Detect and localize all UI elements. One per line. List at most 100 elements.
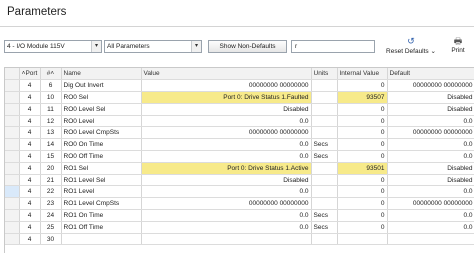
cell-value[interactable]: 0.0 [141, 115, 312, 128]
column-header-port[interactable]: ˄Port [19, 68, 41, 81]
cell-port: 4 [19, 162, 41, 175]
column-header-default[interactable]: Default [387, 68, 474, 81]
table-row[interactable]: 4 12 RO0 Level 0.0 0 0.0 [5, 115, 474, 128]
table-row[interactable]: 4 14 RO0 On Time 0.0 Secs 0 0.0 [5, 138, 474, 152]
cell-name: RO1 Level Sel [61, 174, 142, 187]
reset-icon: ↺ [407, 36, 415, 46]
reset-defaults-button[interactable]: ↺ Reset Defaults ⌄ [382, 36, 440, 55]
cell-number: 10 [40, 91, 62, 104]
cell-value[interactable]: 00000000 00000000 [141, 79, 312, 93]
table-row[interactable]: 4 30 [5, 233, 474, 246]
cell-port: 4 [19, 233, 41, 246]
table-row[interactable]: 4 22 RO1 Level 0.0 0 0.0 [5, 185, 474, 199]
row-selector[interactable] [5, 197, 20, 211]
cell-port: 4 [19, 185, 41, 199]
cell-internal-value: 0 [337, 150, 388, 163]
cell-number: 25 [40, 221, 62, 234]
cell-number: 20 [40, 162, 62, 175]
row-selector-header [5, 68, 20, 81]
cell-units [311, 91, 338, 104]
column-header-name[interactable]: Name [61, 68, 142, 81]
show-non-defaults-button[interactable]: Show Non-Defaults [208, 40, 287, 53]
column-header-internal-value[interactable]: Internal Value [337, 68, 388, 81]
cell-internal-value: 0 [337, 138, 388, 152]
cell-units [311, 174, 338, 187]
cell-name: RO1 On Time [61, 209, 142, 222]
row-selector[interactable] [5, 174, 20, 187]
cell-default [387, 233, 474, 246]
sort-indicator-icon: ˄ [50, 70, 55, 78]
table-row[interactable]: 4 13 RO0 Level CmpSts 00000000 00000000 0 000… [5, 126, 474, 140]
row-selector[interactable] [5, 162, 20, 175]
cell-value[interactable]: 0.0 [141, 221, 312, 234]
cell-default: Disabled [387, 103, 474, 116]
print-button[interactable]: 🖶 Print [446, 36, 470, 54]
cell-value[interactable]: 00000000 00000000 [141, 126, 312, 140]
row-selector[interactable] [5, 221, 20, 234]
cell-value[interactable]: Disabled [141, 103, 312, 116]
cell-port: 4 [19, 79, 41, 93]
cell-units [311, 103, 338, 116]
cell-default: 0.0 [387, 115, 474, 128]
row-selector[interactable] [5, 103, 20, 116]
printer-icon: 🖶 [453, 36, 463, 46]
cell-default: Disabled [387, 162, 474, 175]
reset-defaults-label: Reset Defaults [386, 48, 429, 55]
cell-number: 14 [40, 138, 62, 152]
row-selector[interactable] [5, 138, 20, 152]
cell-port: 4 [19, 115, 41, 128]
parameter-filter-select[interactable]: All Parameters ▾ [104, 40, 202, 53]
parameters-table: ˄Port #˄ Name Value Units Internal Value… [5, 68, 474, 246]
cell-number: 21 [40, 174, 62, 187]
row-selector[interactable] [5, 79, 20, 93]
table-row[interactable]: 4 23 RO1 Level CmpSts 00000000 00000000 0 000… [5, 197, 474, 211]
chevron-down-icon[interactable]: ▾ [191, 41, 201, 52]
module-select[interactable]: 4 - I/O Module 115V ▾ [4, 40, 102, 53]
row-selector[interactable] [5, 115, 20, 128]
row-selector[interactable] [5, 150, 20, 163]
cell-port: 4 [19, 138, 41, 152]
cell-value[interactable]: 0.0 [141, 209, 312, 222]
row-selector[interactable] [5, 126, 20, 140]
table-row[interactable]: 4 11 RO0 Level Sel Disabled 0 Disabled [5, 103, 474, 116]
cell-port: 4 [19, 174, 41, 187]
cell-default: 00000000 00000000 [387, 197, 474, 211]
row-selector[interactable] [5, 233, 20, 246]
cell-port: 4 [19, 221, 41, 234]
row-selector[interactable] [5, 209, 20, 222]
module-select-value: 4 - I/O Module 115V [7, 43, 65, 50]
cell-value[interactable]: 0.0 [141, 150, 312, 163]
chevron-down-icon[interactable]: ▾ [91, 41, 101, 52]
cell-internal-value: 93507 [337, 91, 388, 104]
column-header-number[interactable]: #˄ [40, 68, 62, 81]
cell-value[interactable]: 00000000 00000000 [141, 197, 312, 211]
cell-default: 00000000 00000000 [387, 126, 474, 140]
cell-name: RO0 On Time [61, 138, 142, 152]
cell-name: RO1 Level CmpSts [61, 197, 142, 211]
row-selector[interactable] [5, 91, 20, 104]
cell-units [311, 162, 338, 175]
table-row[interactable]: 4 24 RO1 On Time 0.0 Secs 0 0.0 [5, 209, 474, 222]
cell-value[interactable] [141, 233, 312, 246]
cell-number: 12 [40, 115, 62, 128]
table-row[interactable]: 4 10 RO0 Sel Port 0: Drive Status 1.Faulted… [5, 91, 474, 104]
row-selector[interactable] [5, 185, 20, 199]
cell-name: RO0 Level [61, 115, 142, 128]
cell-internal-value: 0 [337, 209, 388, 222]
cell-value[interactable]: Disabled [141, 174, 312, 187]
cell-name: RO0 Level CmpSts [61, 126, 142, 140]
column-header-value[interactable]: Value [141, 68, 312, 81]
cell-value[interactable]: Port 0: Drive Status 1.Active [141, 162, 312, 175]
table-row[interactable]: 4 25 RO1 Off Time 0.0 Secs 0 0.0 [5, 221, 474, 234]
column-header-units[interactable]: Units [311, 68, 338, 81]
cell-value[interactable]: 0.0 [141, 185, 312, 199]
cell-internal-value: 0 [337, 79, 388, 93]
table-row[interactable]: 4 20 RO1 Sel Port 0: Drive Status 1.Active 9… [5, 162, 474, 175]
table-row[interactable]: 4 21 RO1 Level Sel Disabled 0 Disabled [5, 174, 474, 187]
cell-name [61, 233, 142, 246]
cell-value[interactable]: Port 0: Drive Status 1.Faulted [141, 91, 312, 104]
cell-value[interactable]: 0.0 [141, 138, 312, 152]
search-input[interactable]: r [291, 40, 375, 53]
table-row[interactable]: 4 15 RO0 Off Time 0.0 Secs 0 0.0 [5, 150, 474, 163]
table-row[interactable]: 4 6 Dig Out Invert 00000000 00000000 0 000000… [5, 79, 474, 93]
